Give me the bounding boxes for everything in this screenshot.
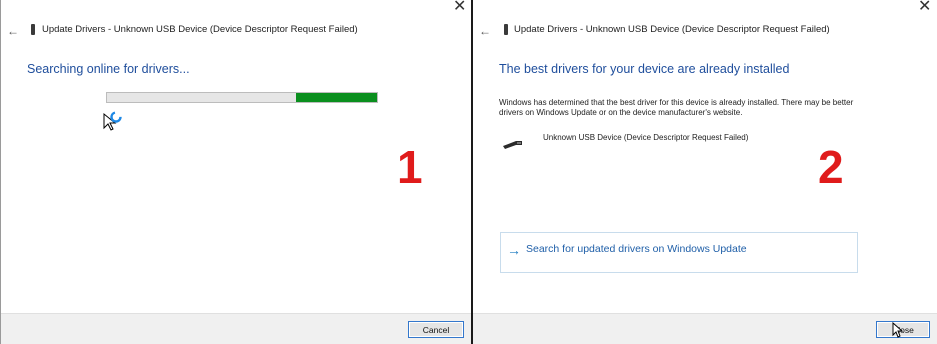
dialog-footer: Cancel xyxy=(1,313,471,344)
step-number: 2 xyxy=(818,141,844,193)
windows-update-link[interactable]: → Search for updated drivers on Windows … xyxy=(500,232,858,273)
device-name: Unknown USB Device (Device Descriptor Re… xyxy=(543,133,749,142)
dialog-title: Update Drivers - Unknown USB Device (Dev… xyxy=(514,24,830,35)
step-number: 1 xyxy=(397,141,423,193)
search-progress-bar xyxy=(106,92,378,103)
dialog-searching: ✕ ← Update Drivers - Unknown USB Device … xyxy=(0,0,471,344)
usb-device-icon xyxy=(503,141,522,149)
back-arrow-icon[interactable]: ← xyxy=(7,24,19,38)
cancel-button[interactable]: Cancel xyxy=(408,321,464,338)
close-icon[interactable]: ✕ xyxy=(918,0,931,15)
usb-device-icon xyxy=(31,24,35,35)
result-heading: The best drivers for your device are alr… xyxy=(499,62,790,76)
dialog-title: Update Drivers - Unknown USB Device (Dev… xyxy=(42,24,358,35)
search-status-heading: Searching online for drivers... xyxy=(27,62,190,76)
result-description: Windows has determined that the best dri… xyxy=(499,98,854,117)
arrow-right-icon: → xyxy=(507,242,521,258)
busy-spinner-icon xyxy=(110,111,122,123)
close-icon[interactable]: ✕ xyxy=(453,0,466,15)
usb-device-icon xyxy=(504,24,508,35)
back-arrow-icon[interactable]: ← xyxy=(479,24,491,38)
search-progress-fill xyxy=(296,93,377,102)
dialog-result: ✕ ← Update Drivers - Unknown USB Device … xyxy=(473,0,937,344)
dialog-footer: Close xyxy=(473,313,937,344)
windows-update-link-text[interactable]: Search for updated drivers on Windows Up… xyxy=(526,243,747,255)
mouse-pointer-icon xyxy=(892,322,904,338)
